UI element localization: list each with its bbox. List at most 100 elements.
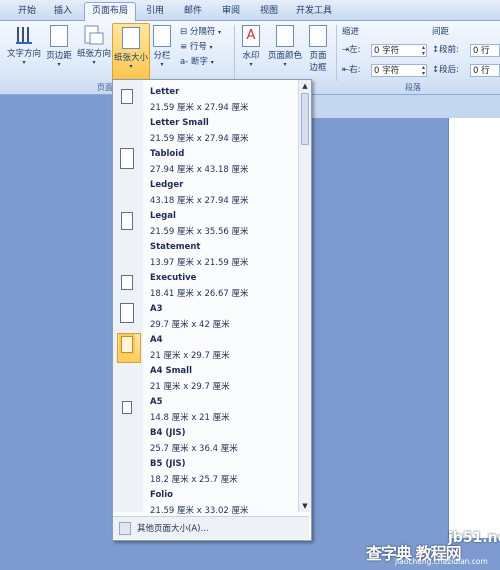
paper-size-name: Ledger: [150, 180, 184, 190]
tab-view[interactable]: 视图: [252, 3, 286, 20]
paper-size-item-b4-jis[interactable]: B4 (JIS) 25.7 厘米 x 36.4 厘米: [113, 425, 297, 456]
paper-size-name: Letter Small: [150, 118, 209, 128]
spacing-section-title: 间距: [432, 27, 450, 37]
indent-left-label: ⇥左:: [342, 45, 361, 55]
chevron-down-icon: ▾: [209, 44, 213, 51]
document-page[interactable]: [448, 118, 500, 538]
paper-size-name: Executive: [150, 273, 197, 283]
tab-developer[interactable]: 开发工具: [292, 3, 336, 20]
paper-size-item-a3[interactable]: A3 29.7 厘米 x 42 厘米: [113, 301, 297, 332]
paper-size-dimensions: 25.7 厘米 x 36.4 厘米: [150, 444, 238, 454]
indent-left-field[interactable]: 0 字符 ▴ ▾: [371, 44, 427, 57]
more-paper-sizes-item[interactable]: 其他页面大小(A)...: [113, 516, 309, 539]
watermark-icon: A: [242, 25, 260, 47]
chevron-down-icon: ▾: [249, 61, 253, 68]
margins-label: 页边距: [46, 51, 72, 61]
paper-size-item-executive[interactable]: Executive 18.41 厘米 x 26.67 厘米: [113, 270, 297, 301]
margins-button[interactable]: 页边距 ▾: [44, 25, 74, 68]
paper-size-item-legal[interactable]: Legal 21.59 厘米 x 35.56 厘米: [113, 208, 297, 239]
hyphenation-button[interactable]: a- 断字 ▾: [180, 56, 214, 69]
spinner-arrows-icon[interactable]: ▴ ▾: [422, 45, 425, 57]
watermark-url: jiaocheng.chazidian.com: [395, 557, 488, 566]
scroll-down-icon[interactable]: ▼: [299, 500, 311, 512]
hyphenation-icon: a-: [180, 57, 189, 67]
paper-size-item-folio[interactable]: Folio 21.59 厘米 x 33.02 厘米: [113, 487, 297, 518]
tab-mailings[interactable]: 邮件: [176, 3, 210, 20]
text-direction-icon: [15, 25, 33, 45]
paper-size-dimensions: 27.94 厘米 x 43.18 厘米: [150, 165, 249, 175]
text-direction-button[interactable]: 文字方向 ▾: [4, 25, 44, 66]
paper-size-dimensions: 21.59 厘米 x 35.56 厘米: [150, 227, 249, 237]
paper-size-item-b5-jis[interactable]: B5 (JIS) 18.2 厘米 x 25.7 厘米: [113, 456, 297, 487]
tab-review[interactable]: 审阅: [214, 3, 248, 20]
tab-home[interactable]: 开始: [8, 3, 46, 20]
paper-size-item-a4[interactable]: A4 21 厘米 x 29.7 厘米: [113, 332, 297, 363]
paper-size-label: 纸张大小: [113, 53, 148, 63]
indent-right-field[interactable]: 0 字符 ▴ ▾: [371, 64, 427, 77]
chevron-down-icon: ▾: [129, 63, 133, 70]
text-direction-label: 文字方向: [6, 49, 41, 59]
watermark-button[interactable]: A 水印 ▾: [238, 25, 264, 68]
paper-size-name: A4: [150, 335, 163, 345]
paper-size-name: Folio: [150, 490, 173, 500]
paper-size-dimensions: 21.59 厘米 x 27.94 厘米: [150, 103, 249, 113]
page-color-button[interactable]: 页面颜色 ▾: [266, 25, 304, 68]
breaks-icon: ⊟: [180, 27, 188, 37]
scrollbar-thumb[interactable]: [301, 93, 309, 145]
chevron-down-icon: ▾: [210, 59, 214, 66]
paper-size-item-letter[interactable]: Letter 21.59 厘米 x 27.94 厘米: [113, 84, 297, 115]
paper-size-dimensions: 21.59 厘米 x 33.02 厘米: [150, 506, 249, 516]
paper-size-dimensions: 29.7 厘米 x 42 厘米: [150, 320, 230, 330]
paper-size-name: B5 (JIS): [150, 459, 186, 469]
columns-label: 分栏: [153, 51, 171, 61]
columns-icon: [153, 25, 171, 47]
more-paper-sizes-label: 其他页面大小(A)...: [137, 524, 209, 534]
page-borders-button[interactable]: 页面 边框: [306, 25, 330, 73]
group-separator: [336, 25, 337, 81]
line-numbers-button[interactable]: ≡ 行号 ▾: [180, 41, 213, 54]
orientation-button[interactable]: 纸张方向 ▾: [76, 25, 112, 66]
watermark-label: 水印: [242, 51, 260, 61]
paper-size-item-a4-small[interactable]: A4 Small 21 厘米 x 29.7 厘米: [113, 363, 297, 394]
spacing-after-field[interactable]: 0 行: [470, 64, 500, 77]
paper-size-dimensions: 13.97 厘米 x 21.59 厘米: [150, 258, 249, 268]
paper-size-dimensions: 18.41 厘米 x 26.67 厘米: [150, 289, 249, 299]
paper-size-item-statement[interactable]: Statement 13.97 厘米 x 21.59 厘米: [113, 239, 297, 270]
paper-size-name: A5: [150, 397, 163, 407]
paper-size-name: Letter: [150, 87, 180, 97]
page-size-icon: [121, 89, 133, 104]
spacing-after-label: ↕段后:: [432, 65, 459, 75]
dropdown-scrollbar[interactable]: ▲ ▼: [298, 80, 311, 512]
indent-right-label: ⇤右:: [342, 65, 361, 75]
document-ruler-area: [310, 95, 500, 118]
page-size-icon: [120, 303, 134, 323]
paper-size-dimensions: 21 厘米 x 29.7 厘米: [150, 382, 230, 392]
paper-size-name: Legal: [150, 211, 176, 221]
paper-size-item-ledger[interactable]: Ledger 43.18 厘米 x 27.94 厘米: [113, 177, 297, 208]
page-size-icon: [121, 212, 133, 230]
spacing-before-field[interactable]: 0 行: [470, 44, 500, 57]
paper-size-button[interactable]: 纸张大小 ▾: [112, 23, 150, 81]
tab-insert[interactable]: 插入: [46, 3, 80, 20]
spinner-arrows-icon[interactable]: ▴ ▾: [422, 65, 425, 77]
columns-button[interactable]: 分栏 ▾: [150, 25, 174, 68]
chevron-down-icon: ▾: [160, 61, 164, 68]
tab-references[interactable]: 引用: [138, 3, 172, 20]
page-size-icon: [122, 401, 132, 414]
paper-size-list: Letter 21.59 厘米 x 27.94 厘米 Letter Small …: [113, 80, 297, 516]
breaks-button[interactable]: ⊟ 分隔符 ▾: [180, 26, 221, 39]
paper-size-item-letter-small[interactable]: Letter Small 21.59 厘米 x 27.94 厘米: [113, 115, 297, 146]
paper-size-item-tabloid[interactable]: Tabloid 27.94 厘米 x 43.18 厘米: [113, 146, 297, 177]
paper-size-name: A3: [150, 304, 163, 314]
page-color-label: 页面颜色: [267, 51, 302, 61]
page-borders-label-1: 页面: [309, 51, 327, 61]
paper-size-item-a5[interactable]: A5 14.8 厘米 x 21 厘米: [113, 394, 297, 425]
margins-icon: [50, 25, 68, 47]
hyphenation-label: 断字: [190, 57, 208, 67]
group-separator: [234, 25, 235, 81]
page-size-icon: [120, 148, 134, 169]
paper-size-dimensions: 21 厘米 x 29.7 厘米: [150, 351, 230, 361]
scroll-up-icon[interactable]: ▲: [299, 80, 311, 92]
tab-page-layout[interactable]: 页面布局: [84, 2, 136, 21]
line-numbers-label: 行号: [189, 42, 207, 52]
